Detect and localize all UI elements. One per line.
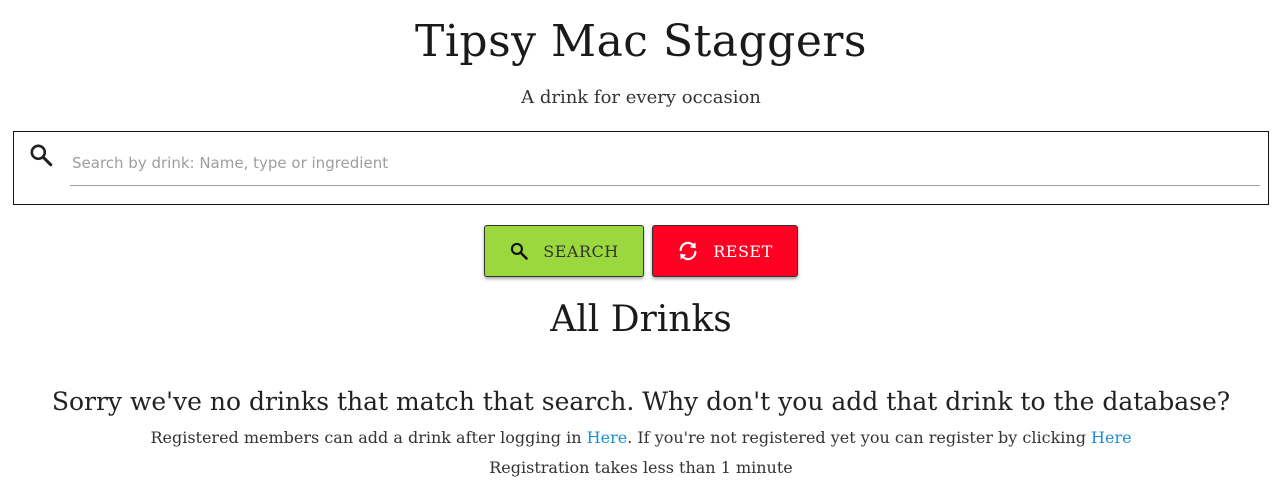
search-icon [509, 241, 529, 261]
login-link[interactable]: Here [587, 428, 628, 447]
register-info: Registered members can add a drink after… [0, 427, 1282, 449]
register-text-1: Registered members can add a drink after… [150, 428, 587, 447]
search-input[interactable] [70, 140, 1260, 186]
search-button-label: SEARCH [543, 241, 619, 261]
register-text-2: . If you're not registered yet you can r… [627, 428, 1092, 447]
registration-time-note: Registration takes less than 1 minute [489, 458, 793, 477]
search-icon [28, 142, 54, 168]
search-button[interactable]: SEARCH [484, 225, 644, 277]
page: Tipsy Mac Staggers A drink for every occ… [0, 0, 1282, 497]
empty-results-message: Sorry we've no drinks that match that se… [51, 387, 1231, 416]
reset-button-label: RESET [713, 241, 773, 261]
search-form [13, 131, 1269, 205]
register-link[interactable]: Here [1091, 428, 1132, 447]
section-title: All Drinks [550, 299, 732, 340]
site-title: Tipsy Mac Staggers [415, 16, 867, 67]
reset-button[interactable]: RESET [652, 225, 798, 277]
site-subtitle: A drink for every occasion [521, 87, 761, 108]
refresh-icon [677, 240, 699, 262]
